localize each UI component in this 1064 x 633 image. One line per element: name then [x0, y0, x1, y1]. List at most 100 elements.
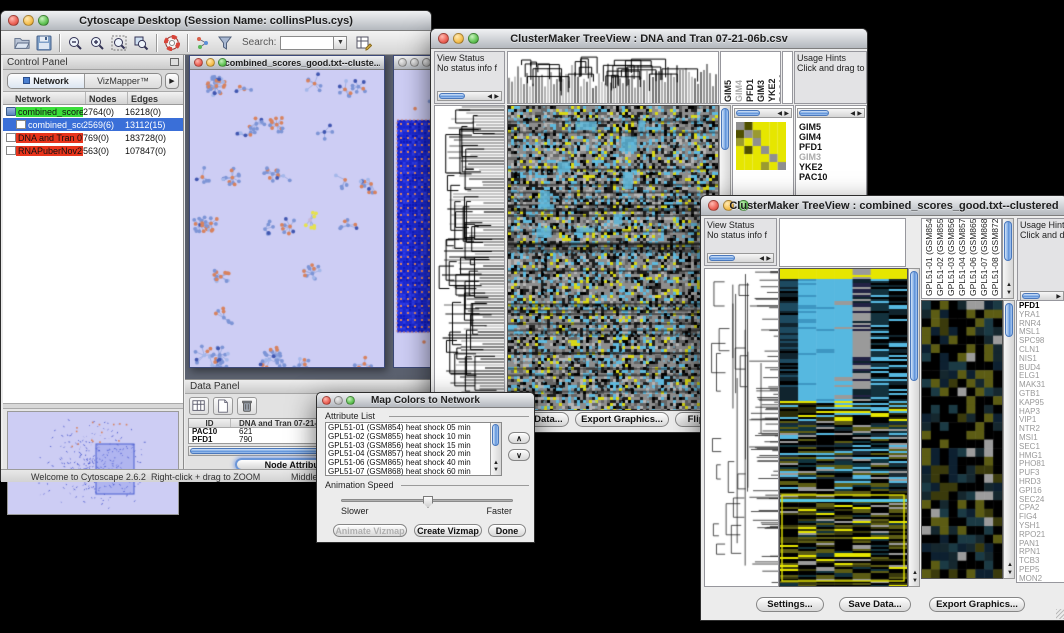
tab-network[interactable]: Network — [8, 74, 85, 88]
column-label[interactable]: PAC10 — [778, 62, 781, 102]
gene-label[interactable]: GIM5 — [799, 122, 827, 132]
network-overview-panel[interactable] — [7, 411, 179, 515]
gene-label[interactable]: CPA2 — [1019, 504, 1045, 513]
close-button[interactable] — [8, 15, 19, 26]
close-button[interactable] — [708, 200, 719, 211]
minimize-button[interactable] — [410, 58, 419, 67]
network-window-title-bar[interactable]: combined_scores_good.txt--cluste... — [190, 56, 384, 70]
network-birdseye-icon[interactable] — [192, 33, 214, 53]
row-dendrogram-panel[interactable] — [434, 105, 505, 411]
background-window-title-bar[interactable] — [394, 56, 431, 70]
table-icon[interactable] — [189, 397, 209, 415]
row-dendrogram-canvas[interactable] — [435, 106, 504, 410]
column-label[interactable]: GPL51-07 (GSM868) — [979, 219, 989, 296]
column-label[interactable]: GPL51-04 (GSM857) — [957, 219, 967, 296]
horizontal-scrollbar[interactable]: ◀▶ — [707, 253, 774, 263]
gene-label[interactable]: HAP3 — [1019, 408, 1045, 417]
slider-thumb[interactable] — [423, 496, 433, 508]
gene-label[interactable]: RPN1 — [1019, 548, 1045, 557]
gene-label[interactable]: KAP95 — [1019, 399, 1045, 408]
gene-label[interactable]: GTB1 — [1019, 390, 1045, 399]
network-tree-row[interactable]: RNAPuberNov2+563(0)107847(0) — [3, 144, 183, 157]
column-label[interactable]: PFD1 — [745, 62, 755, 102]
column-label[interactable]: YKE2 — [767, 62, 777, 102]
vertical-scrollbar[interactable]: ▲▼ — [908, 268, 920, 587]
filter-icon[interactable] — [214, 33, 236, 53]
vertical-scrollbar[interactable]: ▲▼ — [1002, 218, 1014, 299]
gene-label[interactable]: NTR2 — [1019, 425, 1045, 434]
column-dendrogram-panel[interactable] — [507, 51, 719, 104]
animate-vizmap-button[interactable]: Animate Vizmap — [333, 524, 407, 537]
network-tree-row[interactable]: combined_scores2764(0)16218(0) — [3, 105, 183, 118]
gene-label[interactable]: MON2 — [1019, 575, 1045, 583]
network-view-window[interactable]: combined_scores_good.txt--cluste... — [189, 55, 385, 368]
close-button[interactable] — [438, 33, 449, 44]
settings-button[interactable]: Settings... — [756, 597, 824, 612]
row-dendrogram-panel[interactable] — [704, 268, 779, 587]
gene-label[interactable]: PFD1 — [799, 142, 827, 152]
vertical-scrollbar[interactable]: ▲▼ — [490, 423, 501, 475]
close-button[interactable] — [398, 58, 407, 67]
column-label[interactable]: GIM3 — [756, 62, 766, 102]
gene-label[interactable]: RNR4 — [1019, 320, 1045, 329]
gene-label[interactable]: VIP1 — [1019, 416, 1045, 425]
network-canvas[interactable] — [190, 70, 384, 367]
column-label[interactable]: GPL51-03 (GSM856) — [946, 219, 956, 296]
float-panel-icon[interactable] — [170, 58, 179, 66]
close-button[interactable] — [322, 396, 331, 405]
tabs-overflow-button[interactable]: ▶ — [165, 73, 179, 89]
zoom-selected-icon[interactable] — [130, 33, 152, 53]
gene-label[interactable]: PAC10 — [799, 172, 827, 182]
gene-label[interactable]: PAN1 — [1019, 540, 1045, 549]
heatmap-panel[interactable] — [507, 105, 719, 411]
gene-label[interactable]: TCB3 — [1019, 557, 1045, 566]
new-document-icon[interactable] — [213, 397, 233, 415]
horizontal-scrollbar[interactable]: ◀▶ — [734, 108, 792, 118]
horizontal-scrollbar[interactable]: ◀▶ — [437, 91, 502, 101]
gene-label[interactable]: YRA1 — [1019, 311, 1045, 320]
search-dropdown-button[interactable]: ▼ — [334, 36, 347, 50]
attribute-browser-icon[interactable] — [353, 33, 375, 53]
gene-label[interactable]: PUF3 — [1019, 469, 1045, 478]
zoom-out-icon[interactable] — [64, 33, 86, 53]
gene-label[interactable]: RPO21 — [1019, 531, 1045, 540]
gene-label[interactable]: PEP5 — [1019, 566, 1045, 575]
network-view-window-background[interactable] — [393, 55, 431, 368]
treeview1-title-bar[interactable]: ClusterMaker TreeView : DNA and Tran 07-… — [431, 29, 867, 49]
gene-label[interactable]: YSH1 — [1019, 522, 1045, 531]
help-ring-icon[interactable] — [161, 33, 183, 53]
vertical-scrollbar[interactable]: ▲▼ — [1003, 300, 1015, 579]
export-graphics-button[interactable]: Export Graphics... — [575, 412, 669, 427]
minimize-button[interactable] — [206, 58, 215, 67]
search-input[interactable] — [280, 36, 334, 50]
resize-grip[interactable] — [1056, 609, 1064, 619]
zoom-in-icon[interactable] — [86, 33, 108, 53]
main-title-bar[interactable]: Cytoscape Desktop (Session Name: collins… — [1, 11, 431, 31]
heatmap-panel[interactable] — [779, 268, 908, 587]
gene-label[interactable]: MSI1 — [1019, 434, 1045, 443]
save-data-button[interactable]: Save Data... — [839, 597, 911, 612]
move-up-button[interactable]: ∧ — [508, 432, 530, 444]
column-label[interactable]: GIM4 — [734, 62, 744, 102]
network-tree-row[interactable]: combined_sco2569(6)13112(15) — [3, 118, 183, 131]
heatmap-canvas[interactable] — [508, 106, 718, 410]
gene-label[interactable]: MSL1 — [1019, 328, 1045, 337]
gene-label[interactable]: FIG4 — [1019, 513, 1045, 522]
gene-label[interactable]: CLN1 — [1019, 346, 1045, 355]
treeview2-title-bar[interactable]: ClusterMaker TreeView : combined_scores_… — [701, 196, 1064, 216]
gene-label[interactable]: HRD3 — [1019, 478, 1045, 487]
gene-label[interactable]: PFD1 — [1019, 302, 1045, 311]
gene-label[interactable]: GIM3 — [799, 152, 827, 162]
close-button[interactable] — [194, 58, 203, 67]
dialog-title-bar[interactable]: Map Colors to Network — [317, 393, 534, 408]
column-label[interactable]: GIM5 — [723, 62, 733, 102]
zoom-heatmap-panel[interactable] — [921, 300, 1003, 579]
column-dendrogram-canvas[interactable] — [508, 52, 718, 103]
open-icon[interactable] — [11, 33, 33, 53]
horizontal-scrollbar[interactable]: ◀▶ — [797, 108, 865, 118]
zoom-heatmap-canvas[interactable] — [922, 301, 1002, 578]
birdseye-canvas[interactable] — [8, 412, 178, 514]
network-canvas-background[interactable] — [394, 70, 431, 367]
gene-label[interactable]: HMG1 — [1019, 452, 1045, 461]
gene-label[interactable]: YKE2 — [799, 162, 827, 172]
